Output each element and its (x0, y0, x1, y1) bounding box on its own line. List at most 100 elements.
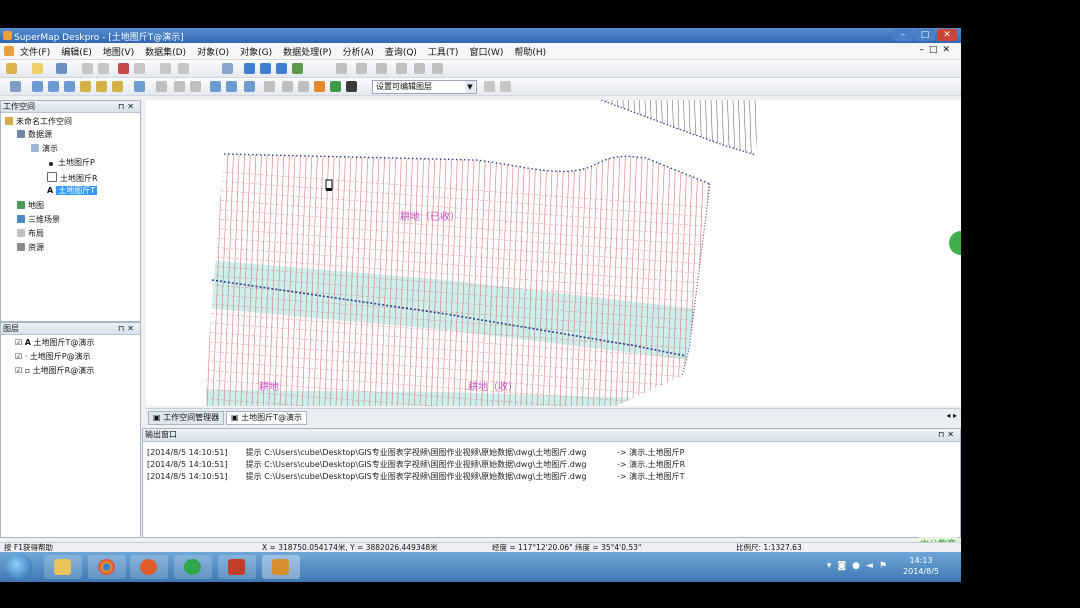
menu-data-processing[interactable]: 数据处理(P) (283, 45, 331, 58)
minimize-button[interactable]: – (893, 29, 913, 41)
delete-icon[interactable] (118, 63, 129, 74)
close-button[interactable]: ✕ (937, 29, 957, 41)
menu-help[interactable]: 帮助(H) (514, 45, 546, 58)
tree-dataset-point[interactable]: 土地图斤P (47, 158, 95, 168)
pencil-icon[interactable] (314, 81, 325, 92)
taskbar-app[interactable] (130, 555, 168, 579)
chevron-down-icon[interactable]: ▼ (465, 81, 475, 93)
cut-icon[interactable] (82, 63, 93, 74)
pin-close-icon[interactable]: ⊓✕ (118, 101, 137, 112)
node-icon[interactable] (330, 81, 341, 92)
pan-icon[interactable] (48, 81, 59, 92)
tab-scroll-arrows[interactable]: ◂ ▸ (946, 411, 957, 420)
tree-dataset-region[interactable]: 土地图斤R (47, 172, 98, 184)
edit-icon[interactable] (346, 81, 357, 92)
menu-analysis[interactable]: 分析(A) (343, 45, 374, 58)
menu-map[interactable]: 地图(V) (103, 45, 134, 58)
tab-map[interactable]: ▣ 土地图斤T@演示 (226, 411, 307, 425)
tool-icon[interactable] (396, 63, 407, 74)
tree-resources[interactable]: 资源 (17, 243, 44, 253)
tool-icon[interactable] (432, 63, 443, 74)
tool-icon[interactable] (356, 63, 367, 74)
save-icon[interactable] (56, 63, 67, 74)
tool-icon[interactable] (414, 63, 425, 74)
tree-workspace-root[interactable]: 未命名工作空间 (5, 117, 72, 127)
tool-icon[interactable] (174, 81, 185, 92)
parcel-line (369, 154, 380, 406)
tool-icon[interactable] (244, 81, 255, 92)
select-icon[interactable] (10, 81, 21, 92)
redo-icon[interactable] (178, 63, 189, 74)
paste-icon[interactable] (134, 63, 145, 74)
layer-item-point[interactable]: ☑ · 土地图斤P@演示 (15, 352, 91, 362)
layer-item-region[interactable]: ☑ ▫ 土地图斤R@演示 (15, 366, 94, 376)
open-icon[interactable] (32, 63, 43, 74)
layer-item-text[interactable]: ☑ A 土地图斤T@演示 (15, 338, 94, 348)
tool-icon[interactable] (336, 63, 347, 74)
tool-icon[interactable] (264, 81, 275, 92)
tool-icon[interactable] (376, 63, 387, 74)
editable-layer-select[interactable]: 设置可编辑图层 ▼ (372, 80, 477, 94)
speaker-icon[interactable]: ◄ (866, 561, 879, 571)
tray-icon[interactable]: ● (852, 561, 866, 571)
zoom-out-icon[interactable] (96, 81, 107, 92)
system-tray[interactable]: ▾◙●◄⚑ (827, 561, 893, 571)
tool-icon[interactable] (298, 81, 309, 92)
menu-query[interactable]: 查询(Q) (385, 45, 417, 58)
tool-icon[interactable] (226, 81, 237, 92)
tile-icon[interactable] (244, 63, 255, 74)
tree-datasources[interactable]: 数据源 (17, 130, 52, 140)
copy-icon[interactable] (98, 63, 109, 74)
menu-tools[interactable]: 工具(T) (428, 45, 459, 58)
tool-icon[interactable] (500, 81, 511, 92)
tree-datasource-demo[interactable]: 演示 (31, 144, 58, 154)
new-icon[interactable] (6, 63, 17, 74)
zoom-icon[interactable] (112, 81, 123, 92)
menu-app-icon[interactable] (4, 46, 14, 56)
menu-object[interactable]: 对象(O) (197, 45, 229, 58)
pan-icon[interactable] (32, 81, 43, 92)
tab-workspace-manager[interactable]: ▣ 工作空间管理器 (148, 411, 225, 425)
cascade-icon[interactable] (260, 63, 271, 74)
checkbox-icon[interactable]: ☑ (15, 366, 22, 375)
taskbar-powerpoint[interactable] (218, 555, 256, 579)
grid-icon[interactable] (276, 63, 287, 74)
tree-maps[interactable]: 地图 (17, 201, 44, 211)
refresh-icon[interactable] (134, 81, 145, 92)
menu-file[interactable]: 文件(F) (20, 45, 50, 58)
tool-icon[interactable] (210, 81, 221, 92)
taskbar-supermap[interactable] (262, 555, 300, 579)
checkbox-icon[interactable]: ☑ (15, 338, 22, 347)
tree-scenes[interactable]: 三维场景 (17, 215, 60, 225)
parcel-line (761, 100, 763, 160)
pin-close-icon[interactable]: ⊓✕ (938, 429, 957, 440)
menu-object-2[interactable]: 对象(G) (240, 45, 272, 58)
clock[interactable]: 14:13 2014/8/5 (903, 555, 939, 577)
undo-icon[interactable] (160, 63, 171, 74)
checkbox-icon[interactable]: ☑ (15, 352, 22, 361)
taskbar-app[interactable] (174, 555, 212, 579)
map-canvas[interactable]: 耕地（已收） 耕地 耕地（收） (146, 100, 961, 406)
menu-edit[interactable]: 编辑(E) (61, 45, 92, 58)
pin-close-icon[interactable]: ⊓✕ (118, 323, 137, 334)
tree-layouts[interactable]: 布局 (17, 229, 44, 239)
tool-icon[interactable] (156, 81, 167, 92)
zoom-in-icon[interactable] (80, 81, 91, 92)
menu-window[interactable]: 窗口(W) (469, 45, 503, 58)
menu-dataset[interactable]: 数据集(D) (145, 45, 186, 58)
tool-icon[interactable] (282, 81, 293, 92)
maximize-button[interactable]: □ (915, 29, 935, 41)
layout-icon[interactable] (222, 63, 233, 74)
tool-icon[interactable] (484, 81, 495, 92)
check-icon[interactable] (292, 63, 303, 74)
taskbar-chrome[interactable] (88, 555, 126, 579)
start-button[interactable] (6, 554, 32, 580)
volume-icon[interactable]: ◙ (837, 561, 852, 571)
pan-icon[interactable] (64, 81, 75, 92)
tree-dataset-text[interactable]: A 土地图斤T (47, 186, 98, 196)
flag-icon[interactable]: ⚑ (879, 561, 893, 571)
tool-icon[interactable] (190, 81, 201, 92)
mdi-controls[interactable]: –□✕ (919, 45, 955, 55)
network-icon[interactable]: ▾ (827, 561, 838, 571)
taskbar-explorer[interactable] (44, 555, 82, 579)
